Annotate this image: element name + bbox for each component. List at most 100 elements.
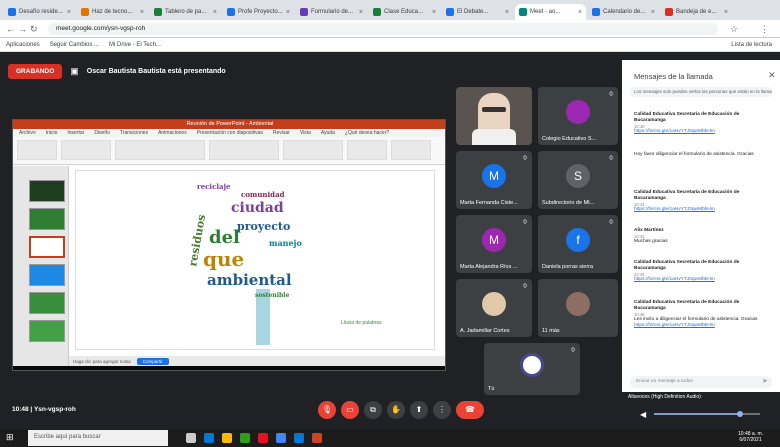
ppt-title-bar: Reunión de PowerPoint - Ambiental bbox=[13, 120, 445, 129]
slide-thumb[interactable] bbox=[29, 320, 65, 342]
ppt-menu-item[interactable]: Presentación con diapositivas bbox=[197, 130, 263, 136]
tab-favicon-icon bbox=[592, 8, 600, 16]
chat-title: Mensajes de la llamada bbox=[634, 72, 713, 81]
participant-tile[interactable]: ⦸ M Marta Alejandra Ríos ... bbox=[456, 215, 532, 273]
slide-thumb[interactable] bbox=[29, 208, 65, 230]
mic-off-button[interactable]: 🎙 bbox=[318, 401, 336, 419]
browser-tab[interactable]: Clase Educa... × bbox=[369, 4, 440, 20]
notes-placeholder[interactable]: Haga clic para agregar notas bbox=[73, 359, 131, 364]
share-button[interactable]: Compartir bbox=[136, 357, 169, 365]
ppt-menu-item[interactable]: Transiciones bbox=[120, 130, 148, 136]
tab-favicon-icon bbox=[519, 8, 527, 16]
task-view-icon[interactable] bbox=[186, 433, 196, 443]
chat-link[interactable]: https://forms.gle/1aHvYTJ3qwMbbHm bbox=[634, 207, 768, 213]
participant-tile[interactable]: ⦸ M Marta Fernanda Ciste... bbox=[456, 151, 532, 209]
explorer-icon[interactable] bbox=[222, 433, 232, 443]
ppt-menu-item[interactable]: Vista bbox=[300, 130, 311, 136]
cloud-word: proyecto bbox=[237, 220, 291, 233]
browser-tab[interactable]: Haz de tecno... × bbox=[77, 4, 148, 20]
windows-start-icon[interactable]: ⊞ bbox=[6, 432, 14, 443]
browser-tab[interactable]: Bandeja de e... × bbox=[661, 4, 732, 20]
clock-date: 6/07/2021 bbox=[739, 437, 762, 443]
back-icon[interactable]: ← bbox=[6, 24, 15, 34]
slide-thumb[interactable] bbox=[29, 292, 65, 314]
mail-icon[interactable] bbox=[294, 433, 304, 443]
app-icon[interactable] bbox=[258, 433, 268, 443]
ppt-menu-item[interactable]: Insertar bbox=[67, 130, 84, 136]
tab-favicon-icon bbox=[8, 8, 16, 16]
windows-search[interactable]: Escribe aquí para buscar bbox=[28, 430, 168, 446]
slide-thumb-selected[interactable] bbox=[29, 236, 65, 258]
tab-close-icon[interactable]: × bbox=[140, 9, 144, 16]
chat-input[interactable]: Enviar un mensaje a todos bbox=[630, 376, 772, 388]
chrome-icon[interactable] bbox=[276, 433, 286, 443]
ppt-menu-item[interactable]: Ayuda bbox=[321, 130, 335, 136]
tab-favicon-icon bbox=[665, 8, 673, 16]
url-field[interactable]: meet.google.com/ysn-vgsp-roh bbox=[48, 23, 718, 35]
participant-name: Marta Alejandra Ríos ... bbox=[460, 264, 518, 270]
volume-icon: ◀ bbox=[640, 410, 647, 419]
ppt-menu-bar: Archivo Inicio Insertar Diseño Transiciones A… bbox=[13, 129, 445, 137]
more-options-button[interactable]: ⋮ bbox=[433, 401, 451, 419]
tab-close-icon[interactable]: × bbox=[286, 9, 290, 16]
self-tile[interactable]: ⦸ Tú bbox=[484, 343, 580, 395]
app-icon[interactable] bbox=[240, 433, 250, 443]
ppt-menu-item[interactable]: Diseño bbox=[94, 130, 110, 136]
end-call-button[interactable]: ☎ bbox=[456, 401, 484, 419]
recording-badge: GRABANDO bbox=[8, 63, 63, 79]
tab-close-icon[interactable]: × bbox=[578, 9, 582, 16]
forward-icon[interactable]: → bbox=[18, 24, 27, 34]
tab-close-icon[interactable]: × bbox=[213, 9, 217, 16]
reading-list[interactable]: Lista de lectura bbox=[731, 42, 772, 48]
ppt-menu-item[interactable]: Animaciones bbox=[158, 130, 187, 136]
participant-tile[interactable]: ⦸ f Daniela porras sierra bbox=[538, 215, 618, 273]
slide-thumb[interactable] bbox=[29, 180, 65, 202]
browser-tab[interactable]: El Debate... × bbox=[442, 4, 513, 20]
send-icon[interactable]: ➤ bbox=[762, 377, 768, 385]
participant-tile[interactable]: ⦸ A. Jadamillar Cortes bbox=[456, 279, 532, 337]
tab-label: Bandeja de e... bbox=[676, 9, 717, 15]
ppt-menu-item[interactable]: ¿Qué desea hacer? bbox=[345, 130, 389, 136]
presenter-tile[interactable] bbox=[456, 87, 532, 145]
chat-link[interactable]: https://forms.gle/1aHvYTJ3qwMbbHm bbox=[634, 277, 768, 283]
chat-link[interactable]: https://forms.gle/1aHvYTJ3qwMbbHm bbox=[634, 323, 768, 329]
chat-link[interactable]: https://forms.gle/1aHvYTJ3qwMbbHm bbox=[634, 129, 768, 135]
menu-dots-icon[interactable]: ⋮ bbox=[760, 24, 769, 35]
bookmark-apps[interactable]: Aplicaciones bbox=[6, 42, 40, 48]
ppt-menu-item[interactable]: Revisar bbox=[273, 130, 290, 136]
browser-tab[interactable]: Tablero de pa... × bbox=[150, 4, 221, 20]
bookmark-1[interactable]: Seguir Cambios ... bbox=[50, 42, 99, 48]
ppt-menu-item[interactable]: Inicio bbox=[46, 130, 58, 136]
captions-button[interactable]: ⧉ bbox=[364, 401, 382, 419]
tab-close-icon[interactable]: × bbox=[651, 9, 655, 16]
avatar-self bbox=[520, 353, 544, 377]
volume-slider[interactable]: ◀ bbox=[640, 408, 770, 420]
chat-message: Calidad Educativa Secretaría de Educació… bbox=[634, 260, 768, 283]
close-icon[interactable]: ✕ bbox=[768, 70, 776, 81]
browser-tab[interactable]: Profe Proyecto... × bbox=[223, 4, 294, 20]
reload-icon[interactable]: ↻ bbox=[30, 24, 38, 35]
slide-canvas: ciudad proyecto del que ambiental residu… bbox=[75, 170, 435, 350]
camera-off-button[interactable]: ▭ bbox=[341, 401, 359, 419]
raise-hand-button[interactable]: ✋ bbox=[387, 401, 405, 419]
tab-close-icon[interactable]: × bbox=[67, 9, 71, 16]
ppt-menu-item[interactable]: Archivo bbox=[19, 130, 36, 136]
browser-tab[interactable]: Calendario de... × bbox=[588, 4, 659, 20]
participant-tile[interactable]: ⦸ Colegio Educativo S... bbox=[538, 87, 618, 145]
tab-close-icon[interactable]: × bbox=[505, 9, 509, 16]
more-participants-tile[interactable]: 11 más bbox=[538, 279, 618, 337]
browser-tab[interactable]: Meet - ao... × bbox=[515, 4, 586, 20]
tab-close-icon[interactable]: × bbox=[359, 9, 363, 16]
tab-close-icon[interactable]: × bbox=[724, 9, 728, 16]
participant-tile[interactable]: ⦸ S Subdirectorio de Mt... bbox=[538, 151, 618, 209]
bookmark-2[interactable]: Mi Drive - El Tech... bbox=[109, 42, 161, 48]
slide-thumb[interactable] bbox=[29, 264, 65, 286]
star-icon[interactable]: ☆ bbox=[730, 24, 738, 35]
powerpoint-icon[interactable] bbox=[312, 433, 322, 443]
browser-tab[interactable]: Formulario de... × bbox=[296, 4, 367, 20]
tab-close-icon[interactable]: × bbox=[432, 9, 436, 16]
present-button[interactable]: ⬆ bbox=[410, 401, 428, 419]
present-icon: ▣ bbox=[70, 65, 79, 76]
edge-icon[interactable] bbox=[204, 433, 214, 443]
browser-tab[interactable]: Desafío reside... × bbox=[4, 4, 75, 20]
